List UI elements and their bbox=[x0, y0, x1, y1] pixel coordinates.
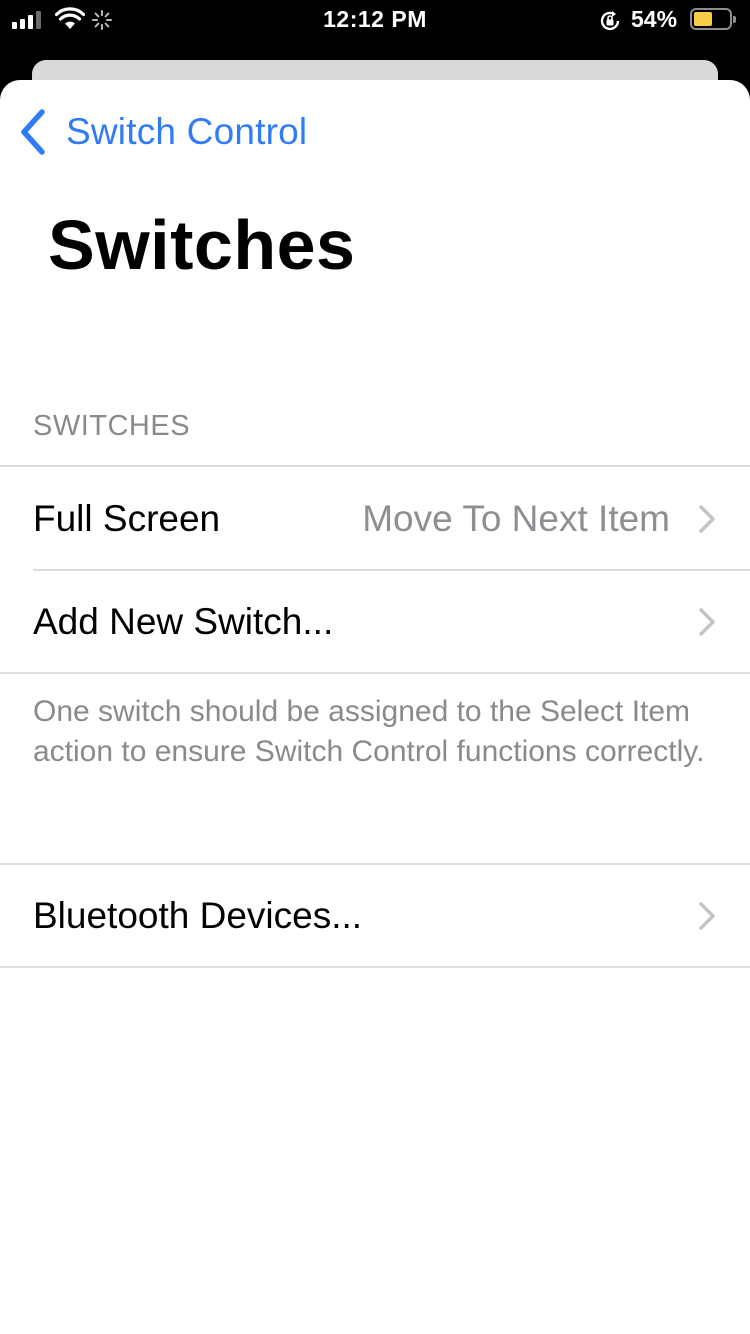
row-label: Add New Switch... bbox=[33, 601, 334, 642]
chevron-right-icon bbox=[699, 505, 715, 533]
row-label: Bluetooth Devices... bbox=[33, 895, 363, 936]
chevron-right-icon bbox=[699, 902, 715, 930]
orientation-lock-icon bbox=[600, 11, 620, 31]
section-header: SWITCHES bbox=[33, 410, 191, 442]
divider bbox=[0, 672, 750, 674]
battery-percent: 54% bbox=[631, 6, 678, 32]
bluetooth-devices-row[interactable]: Bluetooth Devices... bbox=[0, 865, 750, 967]
full-screen-row[interactable]: Full Screen Move To Next Item bbox=[0, 468, 750, 570]
settings-sheet: Switch Control Switches SWITCHES Full Sc… bbox=[0, 80, 750, 1334]
section-footer: One switch should be assigned to the Sel… bbox=[33, 695, 705, 768]
back-button-label: Switch Control bbox=[66, 111, 308, 152]
chevron-right-icon bbox=[699, 608, 715, 636]
page-title: Switches bbox=[48, 206, 356, 284]
add-new-switch-row[interactable]: Add New Switch... bbox=[0, 571, 750, 673]
divider bbox=[0, 465, 750, 467]
status-bar: 12:12 PM 54% bbox=[0, 0, 750, 44]
row-value: Move To Next Item bbox=[362, 498, 670, 539]
divider bbox=[0, 966, 750, 968]
back-button[interactable]: Switch Control bbox=[18, 108, 307, 156]
chevron-left-icon bbox=[21, 109, 45, 155]
battery-icon bbox=[690, 8, 736, 30]
row-label: Full Screen bbox=[33, 498, 221, 539]
